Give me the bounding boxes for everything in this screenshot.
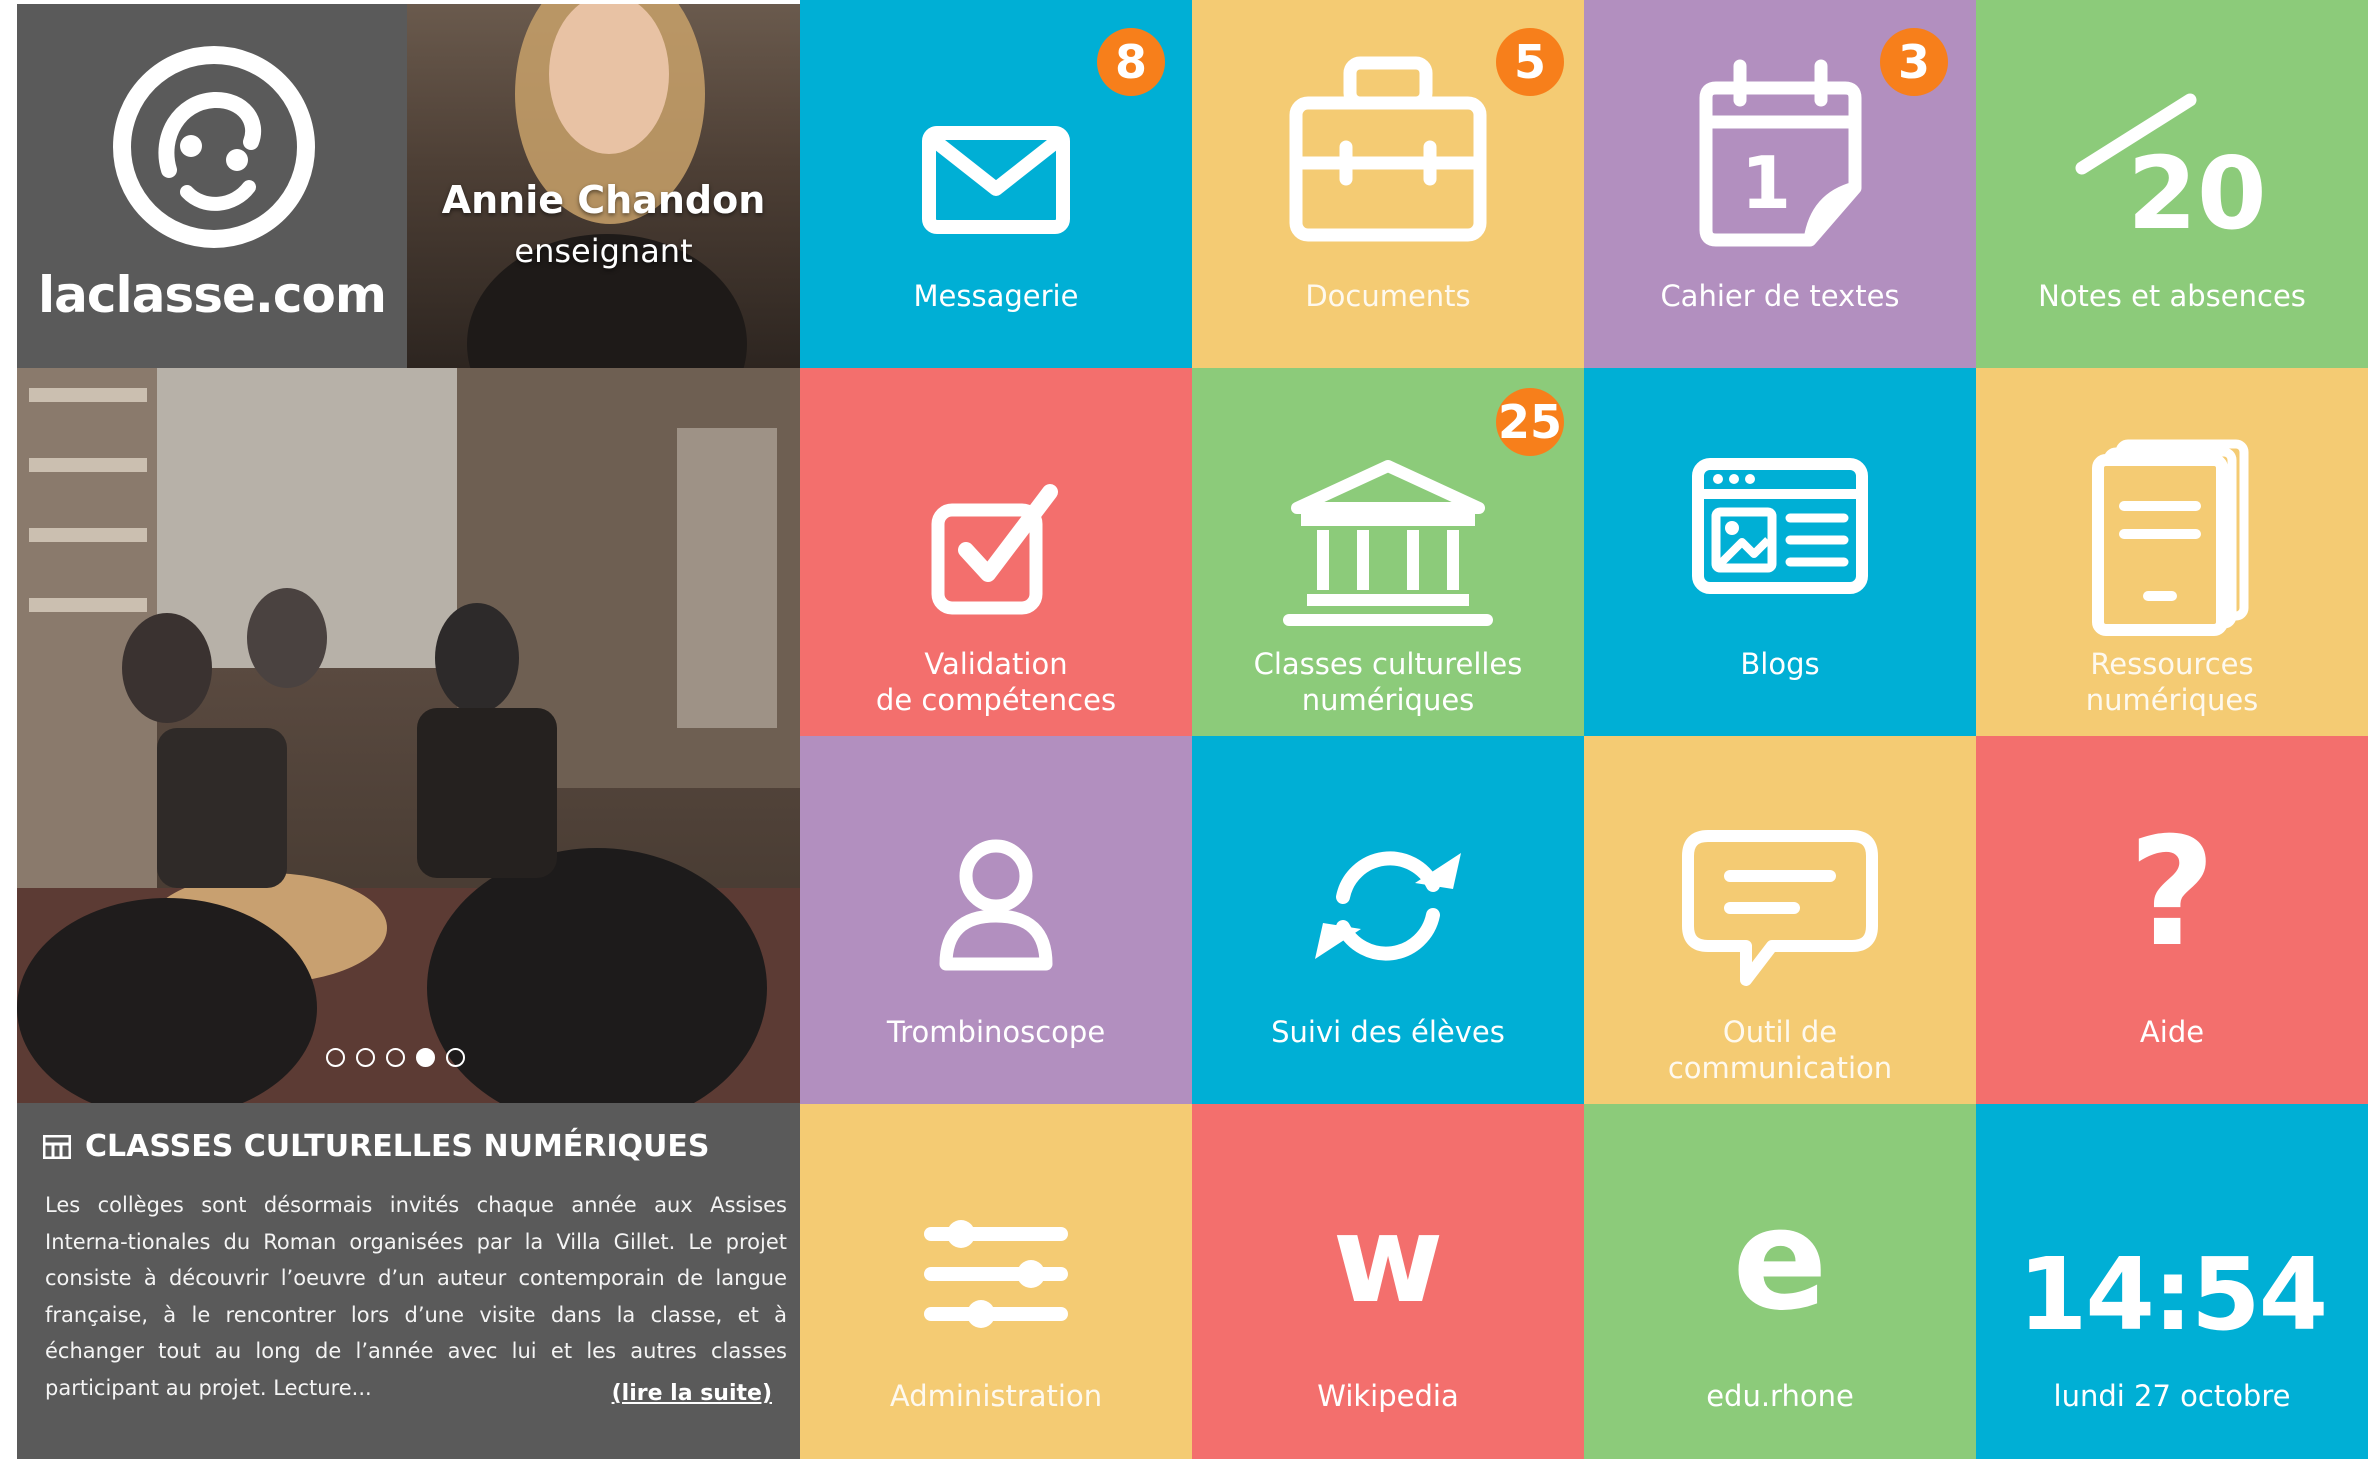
logo-panel[interactable]: laclasse.com [17,4,407,368]
read-more-link[interactable]: (lire la suite) [612,1381,772,1406]
documents-label: Documents [1305,279,1471,313]
news-body: Les collèges sont désormais invités chaq… [45,1193,787,1400]
calendar-icon: 1 [1699,59,1861,247]
validation-label: Validation de compétences [800,646,1192,718]
suivi-label: Suivi des élèves [1271,1015,1505,1049]
carousel-dot-3[interactable] [386,1048,405,1067]
tile-clock: 14:54 lundi 27 octobre [1976,1104,2368,1459]
sliders-icon [924,1220,1068,1328]
classes-badge: 25 [1496,388,1564,456]
trombinoscope-label: Trombinoscope [886,1015,1106,1049]
envelope-icon [922,126,1070,234]
messagerie-badge: 8 [1097,28,1165,96]
profile-name: Annie Chandon [441,178,766,222]
grade-number: 20 [2127,135,2266,240]
profile-role: enseignant [514,232,693,270]
clock-date: lundi 27 octobre [2053,1379,2291,1413]
tile-outil-communication[interactable]: Outil de communication [1584,736,1976,1104]
tile-trombinoscope[interactable]: Trombinoscope [800,736,1192,1104]
carousel-dots [326,1048,465,1067]
validation-label-line1: Validation [924,647,1068,681]
news-title-text: CLASSES CULTURELLES NUMÉRIQUES [85,1129,710,1164]
app-root: laclasse.com Annie Chandon enseignant CL… [0,0,2368,1459]
wikipedia-label: Wikipedia [1317,1379,1459,1413]
tile-blogs[interactable]: Blogs [1584,368,1976,736]
question-mark-icon: ? [2128,806,2216,980]
tile-cahier-de-textes[interactable]: 1 3 Cahier de textes [1584,0,1976,368]
classes-label: Classes culturelles numériques [1192,646,1584,718]
grid-icon [43,1134,71,1159]
classes-label-line1: Classes culturelles [1253,647,1523,681]
news-panel: CLASSES CULTURELLES NUMÉRIQUES Les collè… [17,1103,800,1459]
ressources-label: Ressources numériques [1976,646,2368,718]
outil-label-line1: Outil de [1722,1015,1838,1049]
tile-suivi-eleves[interactable]: Suivi des élèves [1192,736,1584,1104]
tile-messagerie[interactable]: 8 Messagerie [800,0,1192,368]
carousel-dot-5[interactable] [446,1048,465,1067]
ressources-label-line1: Ressources [2090,647,2254,681]
tile-edu-rhone[interactable]: e edu.rhone [1584,1104,1976,1459]
documents-badge: 5 [1496,28,1564,96]
messagerie-label: Messagerie [913,279,1079,313]
speech-bubble-icon [1682,830,1878,986]
administration-label: Administration [889,1379,1103,1413]
validation-label-line2: de compétences [875,683,1117,717]
briefcase-icon [1289,56,1487,242]
wikipedia-w-icon: w [1332,1191,1444,1330]
profile-card[interactable]: Annie Chandon enseignant [407,4,800,368]
cahier-label: Cahier de textes [1660,279,1900,313]
book-stack-icon [2091,439,2248,636]
carousel-dot-2[interactable] [356,1048,375,1067]
grade-icon: 20 [2075,93,2267,240]
tile-notes-absences[interactable]: 20 Notes et absences [1976,0,2368,368]
ressources-label-line2: numériques [2085,683,2259,717]
notes-label: Notes et absences [2038,279,2306,313]
blogs-label: Blogs [1740,647,1820,681]
news-carousel-image[interactable] [17,368,800,1103]
tile-validation[interactable]: Validation de compétences [800,368,1192,736]
classes-label-line2: numériques [1301,683,1475,717]
news-title: CLASSES CULTURELLES NUMÉRIQUES [43,1129,710,1164]
tile-administration[interactable]: Administration [800,1104,1192,1459]
classroom-photo [17,368,800,1103]
outil-label-line2: communication [1667,1051,1893,1085]
aide-label: Aide [2139,1015,2205,1049]
cahier-badge: 3 [1880,28,1948,96]
carousel-dot-4[interactable] [416,1048,435,1067]
letter-e-icon: e [1732,1179,1828,1342]
tile-ressources[interactable]: Ressources numériques [1976,368,2368,736]
tile-classes-culturelles[interactable]: 25 Classes culturelles numériques [1192,368,1584,736]
brand-logo-icon [113,46,315,248]
edurhone-label: edu.rhone [1706,1379,1854,1413]
clock-time: 14:54 [2017,1236,2328,1353]
tile-wikipedia[interactable]: w Wikipedia [1192,1104,1584,1459]
calendar-day: 1 [1740,141,1790,225]
person-icon [939,839,1053,971]
museum-icon [1283,460,1493,626]
browser-window-icon [1692,458,1868,594]
tile-documents[interactable]: 5 Documents [1192,0,1584,368]
outil-label: Outil de communication [1584,1014,1976,1086]
tile-aide[interactable]: ? Aide [1976,736,2368,1104]
brand-name: laclasse.com [38,266,387,324]
carousel-dot-1[interactable] [326,1048,345,1067]
checkbox-icon [931,484,1058,615]
refresh-icon [1315,851,1461,961]
